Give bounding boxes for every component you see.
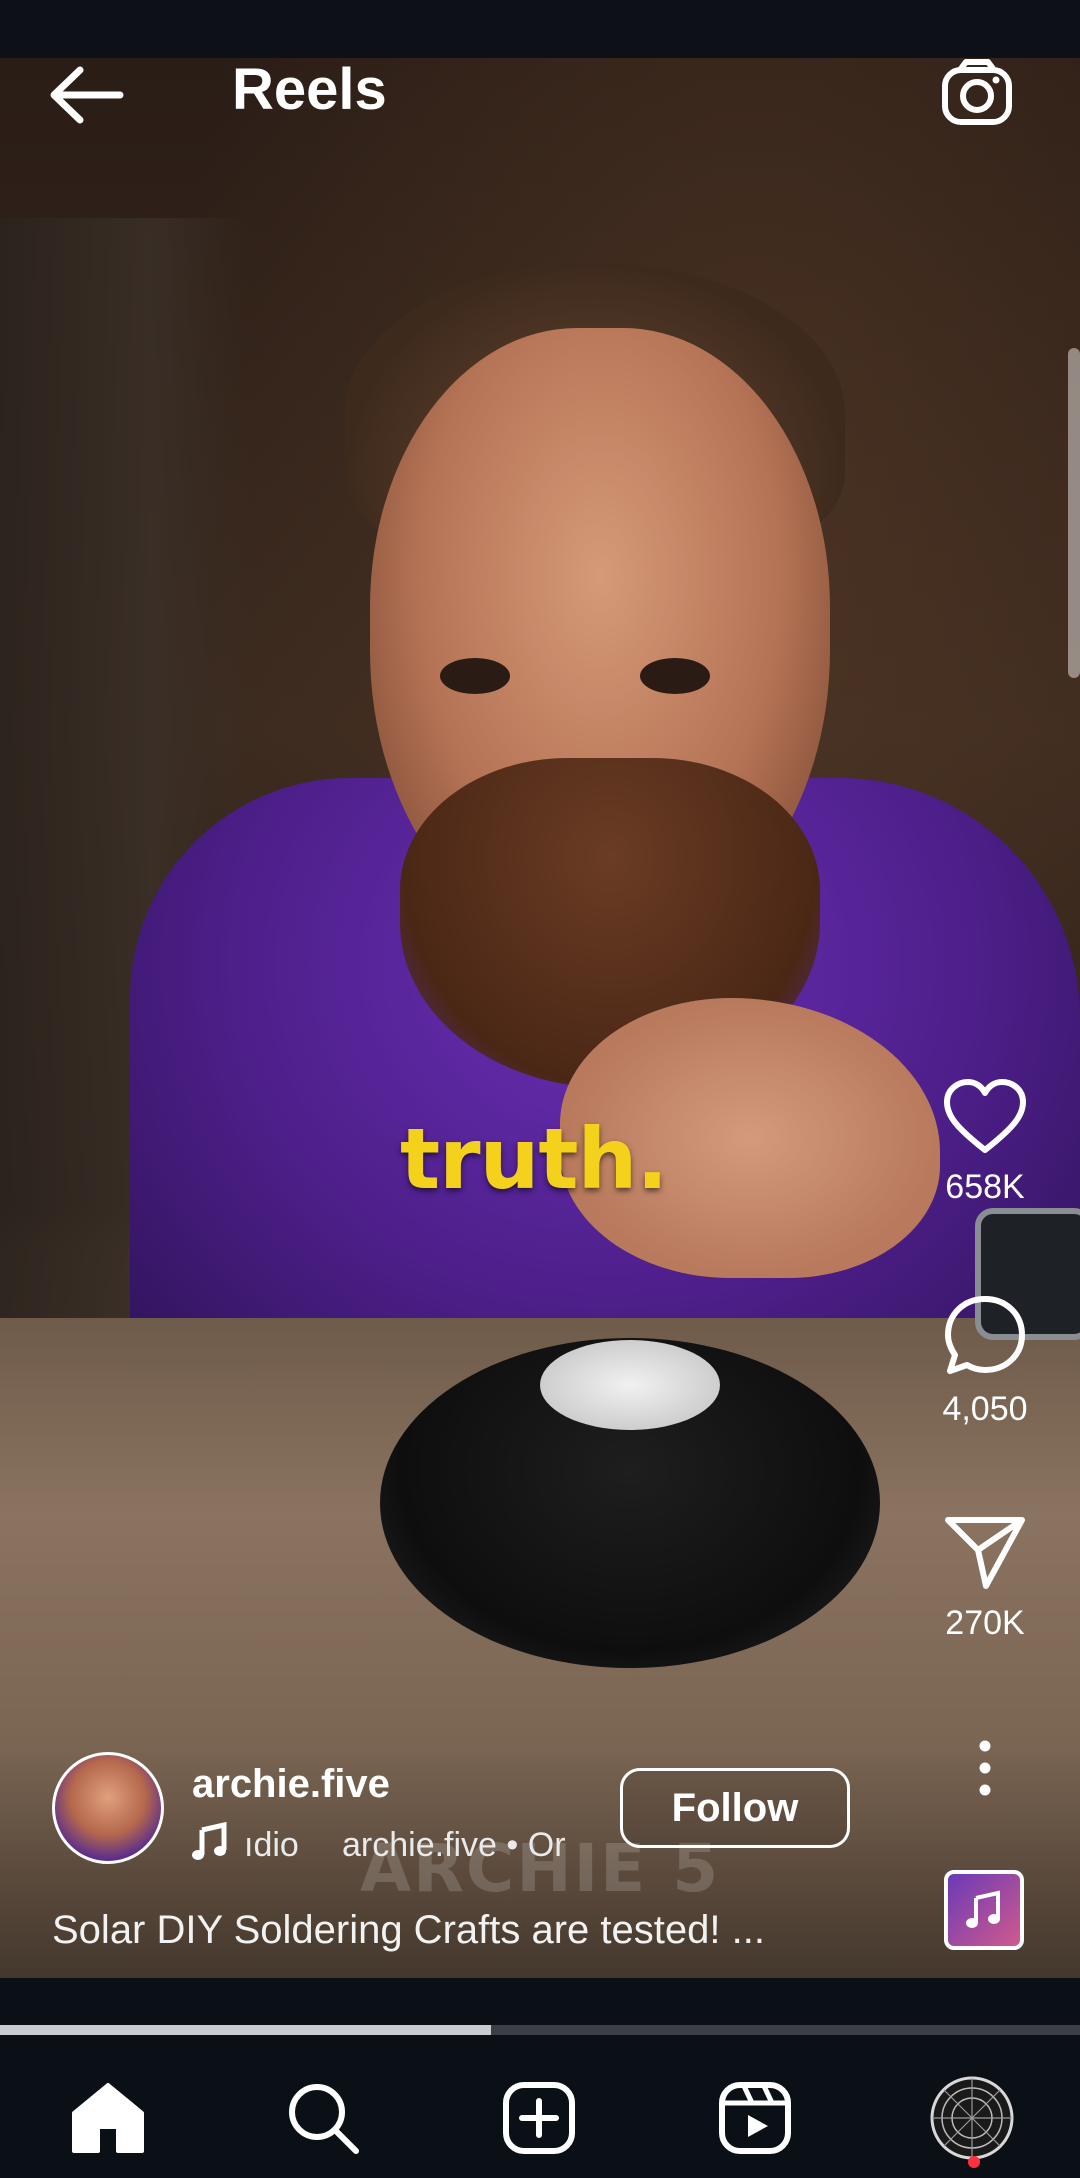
like-action[interactable]: 658K [915,1078,1055,1207]
music-note-icon [966,1890,1000,1928]
nav-create[interactable] [494,2073,584,2163]
bottom-nav [0,2035,1080,2178]
home-icon [72,2083,144,2153]
comment-icon [945,1296,1025,1374]
send-icon [945,1517,1025,1589]
search-icon [289,2084,359,2154]
reel-caption[interactable]: Solar DIY Soldering Crafts are tested! .… [52,1908,842,1953]
page-title: Reels [232,57,387,122]
notification-dot [968,2156,980,2168]
status-bar [0,0,1080,58]
video-caption-overlay: truth. [400,1110,668,1208]
audio-label[interactable]: ıdio [244,1826,299,1865]
share-count: 270K [945,1604,1025,1642]
back-button[interactable] [46,60,136,130]
arrow-left-icon [50,66,124,124]
video-eye-left [440,658,510,694]
video-speaker-cap [540,1340,720,1430]
music-note-icon [192,1822,227,1860]
create-icon [503,2082,575,2154]
scroll-indicator [1068,348,1080,678]
author-username[interactable]: archie.five [192,1762,390,1807]
more-vertical-icon [979,1740,991,1796]
reels-icon [719,2082,791,2154]
comment-action[interactable]: 4,050 [915,1292,1055,1429]
heart-icon [944,1079,1026,1153]
camera-button[interactable] [940,58,1014,128]
audio-thumbnail[interactable] [944,1870,1024,1950]
nav-home[interactable] [63,2073,153,2163]
reel-video[interactable] [0,58,1080,1978]
comment-count: 4,050 [942,1390,1028,1428]
camera-icon [942,59,1012,125]
video-progress-fill [0,2025,492,2035]
nav-profile[interactable] [927,2073,1017,2163]
nav-reels[interactable] [710,2073,800,2163]
profile-avatar-icon [930,2076,1014,2160]
like-count: 658K [945,1168,1025,1206]
share-action[interactable]: 270K [915,1512,1055,1643]
author-avatar[interactable] [52,1752,164,1864]
more-options-button[interactable] [915,1740,1055,1796]
video-progress-bar[interactable] [0,2025,1080,2035]
video-eye-right [640,658,710,694]
audio-source[interactable]: archie.five • Or [342,1826,590,1865]
nav-search[interactable] [278,2073,368,2163]
follow-button[interactable]: Follow [620,1768,850,1848]
